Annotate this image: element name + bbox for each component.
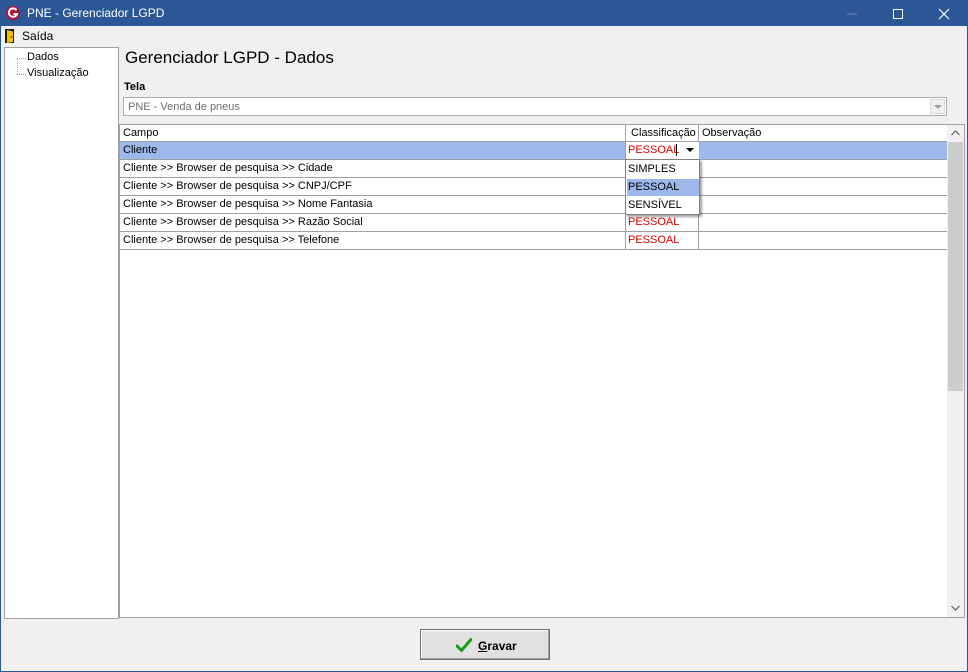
tela-label: Tela — [124, 81, 146, 93]
classificacao-cell[interactable]: PESSOAL — [626, 232, 699, 249]
table-row[interactable]: Cliente >> Browser de pesquisa >> Razão … — [120, 214, 948, 232]
menu-item-label: Saída — [22, 29, 54, 43]
window-title: PNE - Gerenciador LGPD — [27, 6, 165, 20]
classificacao-editor[interactable]: PESSOAL — [626, 142, 699, 159]
tree-connector — [17, 58, 26, 59]
chevron-down-icon — [934, 105, 942, 109]
dropdown-option-pessoal[interactable]: PESSOAL — [627, 179, 699, 196]
scroll-up-icon[interactable] — [951, 130, 960, 136]
tela-dropdown-button[interactable] — [930, 99, 945, 114]
scrollbar-thumb[interactable] — [948, 142, 963, 391]
maximize-button[interactable] — [875, 1, 921, 26]
column-header-observacao[interactable]: Observação — [699, 125, 948, 142]
vertical-scrollbar[interactable] — [947, 125, 964, 617]
text-caret — [676, 144, 677, 156]
table-row[interactable]: Cliente >> Browser de pesquisa >> Cidade — [120, 160, 948, 178]
data-grid[interactable]: Campo Classificação Observação Cliente P… — [119, 124, 965, 618]
scroll-down-icon[interactable] — [951, 605, 960, 611]
chevron-down-icon — [686, 148, 694, 152]
classificacao-editor-value: PESSOAL — [628, 144, 680, 156]
campo-cell[interactable]: Cliente >> Browser de pesquisa >> Cidade — [120, 160, 626, 177]
app-window: PNE - Gerenciador LGPD Saída Dados Visua… — [0, 0, 968, 672]
table-row[interactable]: Cliente PESSOAL — [120, 142, 948, 160]
observacao-cell[interactable] — [699, 178, 948, 195]
close-icon — [938, 8, 950, 20]
title-bar[interactable]: PNE - Gerenciador LGPD — [1, 1, 967, 26]
campo-cell[interactable]: Cliente >> Browser de pesquisa >> Nome F… — [120, 196, 626, 213]
observacao-cell[interactable] — [699, 142, 948, 159]
gravar-mnemonic: G — [478, 639, 488, 653]
checkmark-icon — [456, 638, 472, 652]
column-header-campo[interactable]: Campo — [120, 125, 626, 142]
minimize-button[interactable] — [829, 1, 875, 26]
tree-item-visualizacao[interactable]: Visualização — [27, 67, 89, 79]
minimize-icon — [847, 13, 857, 15]
maximize-icon — [893, 9, 903, 19]
table-row[interactable]: Cliente >> Browser de pesquisa >> CNPJ/C… — [120, 178, 948, 196]
gravar-button-label: Gravar — [478, 639, 517, 653]
campo-cell[interactable]: Cliente >> Browser de pesquisa >> CNPJ/C… — [120, 178, 626, 195]
gravar-label-rest: ravar — [487, 639, 517, 653]
column-header-classificacao[interactable]: Classificação — [626, 125, 699, 142]
gravar-button[interactable]: Gravar — [420, 629, 550, 660]
dropdown-option-sensivel[interactable]: SENSÍVEL — [627, 197, 699, 214]
classificacao-dropdown-list: SIMPLES PESSOAL SENSÍVEL — [625, 159, 700, 215]
exit-door-icon — [5, 29, 14, 43]
app-logo-icon — [6, 6, 20, 20]
tree-item-dados[interactable]: Dados — [27, 51, 59, 63]
table-row[interactable]: Cliente >> Browser de pesquisa >> Telefo… — [120, 232, 948, 250]
table-row[interactable]: Cliente >> Browser de pesquisa >> Nome F… — [120, 196, 948, 214]
observacao-cell[interactable] — [699, 196, 948, 213]
campo-cell[interactable]: Cliente >> Browser de pesquisa >> Razão … — [120, 214, 626, 231]
dropdown-option-simples[interactable]: SIMPLES — [627, 161, 699, 178]
tree-connector — [17, 74, 26, 75]
tela-select[interactable]: PNE - Venda de pneus — [123, 97, 947, 116]
tree-connector — [17, 58, 18, 74]
menu-bar: Saída — [1, 26, 967, 46]
close-button[interactable] — [921, 1, 967, 26]
observacao-cell[interactable] — [699, 232, 948, 249]
campo-cell[interactable]: Cliente — [120, 142, 626, 159]
page-title: Gerenciador LGPD - Dados — [125, 48, 334, 67]
campo-cell[interactable]: Cliente >> Browser de pesquisa >> Telefo… — [120, 232, 626, 249]
observacao-cell[interactable] — [699, 214, 948, 231]
menu-item-saida[interactable]: Saída — [4, 28, 53, 44]
classificacao-cell[interactable]: PESSOAL — [626, 214, 699, 231]
observacao-cell[interactable] — [699, 160, 948, 177]
navigation-tree: Dados Visualização — [4, 47, 119, 619]
classificacao-dropdown-button[interactable] — [682, 143, 698, 158]
tela-select-value: PNE - Venda de pneus — [128, 101, 240, 113]
